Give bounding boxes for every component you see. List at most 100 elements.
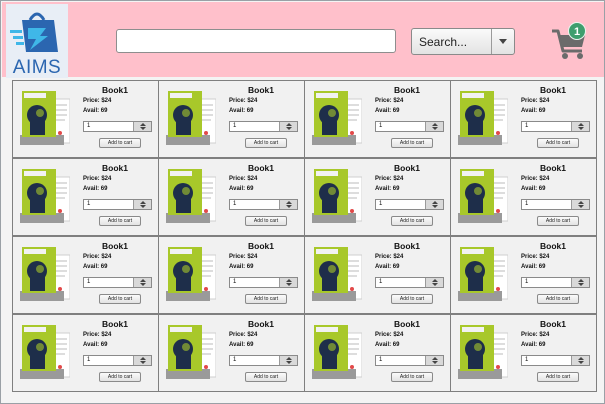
decrement-icon[interactable] (432, 127, 438, 130)
decrement-icon[interactable] (286, 205, 292, 208)
increment-icon[interactable] (286, 201, 292, 204)
decrement-icon[interactable] (432, 205, 438, 208)
increment-icon[interactable] (140, 357, 146, 360)
decrement-icon[interactable] (286, 127, 292, 130)
product-price: Price: $24 (229, 98, 258, 104)
quantity-stepper[interactable]: 1 (375, 199, 444, 210)
header-bar: AIMS Search... 1 (2, 2, 604, 78)
quantity-spinner[interactable] (571, 278, 589, 287)
add-to-cart-button[interactable]: Add to cart (245, 294, 287, 304)
product-price: Price: $24 (521, 98, 550, 104)
increment-icon[interactable] (578, 357, 584, 360)
add-to-cart-button[interactable]: Add to cart (391, 138, 433, 148)
quantity-spinner[interactable] (279, 278, 297, 287)
add-to-cart-button[interactable]: Add to cart (99, 216, 141, 226)
increment-icon[interactable] (140, 279, 146, 282)
product-grid: Book1 Price: $24 Avail: 69 1 Add to cart (12, 80, 598, 396)
add-to-cart-button[interactable]: Add to cart (391, 216, 433, 226)
quantity-stepper[interactable]: 1 (521, 121, 590, 132)
quantity-spinner[interactable] (279, 200, 297, 209)
product-card: Book1 Price: $24 Avail: 69 1 Add to cart (158, 80, 305, 158)
quantity-stepper[interactable]: 1 (229, 355, 298, 366)
quantity-spinner[interactable] (279, 356, 297, 365)
decrement-icon[interactable] (140, 205, 146, 208)
decrement-icon[interactable] (578, 361, 584, 364)
add-to-cart-button[interactable]: Add to cart (537, 138, 579, 148)
quantity-spinner[interactable] (425, 200, 443, 209)
product-price: Price: $24 (83, 176, 112, 182)
search-dropdown[interactable]: Search... (411, 28, 515, 55)
dropdown-button[interactable] (491, 29, 514, 54)
decrement-icon[interactable] (578, 127, 584, 130)
quantity-stepper[interactable]: 1 (229, 277, 298, 288)
quantity-stepper[interactable]: 1 (521, 277, 590, 288)
quantity-value: 1 (233, 201, 237, 207)
quantity-stepper[interactable]: 1 (375, 121, 444, 132)
quantity-spinner[interactable] (133, 356, 151, 365)
quantity-spinner[interactable] (571, 122, 589, 131)
add-to-cart-button[interactable]: Add to cart (245, 138, 287, 148)
product-availability: Avail: 69 (229, 342, 254, 348)
quantity-spinner[interactable] (133, 278, 151, 287)
add-to-cart-button[interactable]: Add to cart (99, 294, 141, 304)
quantity-spinner[interactable] (425, 356, 443, 365)
product-card: Book1 Price: $24 Avail: 69 1 Add to cart (12, 236, 159, 314)
increment-icon[interactable] (140, 123, 146, 126)
decrement-icon[interactable] (286, 283, 292, 286)
product-card: Book1 Price: $24 Avail: 69 1 Add to cart (304, 158, 451, 236)
quantity-spinner[interactable] (571, 356, 589, 365)
add-to-cart-button[interactable]: Add to cart (391, 294, 433, 304)
quantity-spinner[interactable] (425, 278, 443, 287)
quantity-stepper[interactable]: 1 (229, 199, 298, 210)
quantity-spinner[interactable] (425, 122, 443, 131)
increment-icon[interactable] (286, 123, 292, 126)
quantity-stepper[interactable]: 1 (83, 277, 152, 288)
quantity-spinner[interactable] (571, 200, 589, 209)
product-availability: Avail: 69 (521, 342, 546, 348)
increment-icon[interactable] (432, 357, 438, 360)
increment-icon[interactable] (432, 201, 438, 204)
decrement-icon[interactable] (140, 361, 146, 364)
decrement-icon[interactable] (140, 127, 146, 130)
product-price: Price: $24 (375, 332, 404, 338)
cart-button[interactable]: 1 (550, 21, 590, 61)
decrement-icon[interactable] (432, 361, 438, 364)
increment-icon[interactable] (140, 201, 146, 204)
add-to-cart-button[interactable]: Add to cart (245, 372, 287, 382)
search-input[interactable] (116, 29, 396, 53)
increment-icon[interactable] (432, 279, 438, 282)
quantity-stepper[interactable]: 1 (521, 199, 590, 210)
product-price: Price: $24 (229, 254, 258, 260)
increment-icon[interactable] (578, 123, 584, 126)
decrement-icon[interactable] (578, 205, 584, 208)
increment-icon[interactable] (578, 201, 584, 204)
quantity-stepper[interactable]: 1 (229, 121, 298, 132)
decrement-icon[interactable] (578, 283, 584, 286)
quantity-spinner[interactable] (133, 200, 151, 209)
quantity-spinner[interactable] (133, 122, 151, 131)
increment-icon[interactable] (286, 279, 292, 282)
quantity-stepper[interactable]: 1 (83, 199, 152, 210)
decrement-icon[interactable] (286, 361, 292, 364)
quantity-spinner[interactable] (279, 122, 297, 131)
increment-icon[interactable] (578, 279, 584, 282)
add-to-cart-button[interactable]: Add to cart (537, 294, 579, 304)
decrement-icon[interactable] (432, 283, 438, 286)
add-to-cart-button[interactable]: Add to cart (537, 372, 579, 382)
increment-icon[interactable] (432, 123, 438, 126)
quantity-stepper[interactable]: 1 (521, 355, 590, 366)
add-to-cart-button[interactable]: Add to cart (391, 372, 433, 382)
add-to-cart-button[interactable]: Add to cart (99, 138, 141, 148)
increment-icon[interactable] (286, 357, 292, 360)
logo[interactable]: AIMS (6, 4, 68, 78)
product-card: Book1 Price: $24 Avail: 69 1 Add to cart (12, 80, 159, 158)
quantity-stepper[interactable]: 1 (375, 277, 444, 288)
decrement-icon[interactable] (140, 283, 146, 286)
product-availability: Avail: 69 (375, 186, 400, 192)
quantity-stepper[interactable]: 1 (83, 121, 152, 132)
quantity-stepper[interactable]: 1 (375, 355, 444, 366)
add-to-cart-button[interactable]: Add to cart (245, 216, 287, 226)
add-to-cart-button[interactable]: Add to cart (537, 216, 579, 226)
add-to-cart-button[interactable]: Add to cart (99, 372, 141, 382)
quantity-stepper[interactable]: 1 (83, 355, 152, 366)
